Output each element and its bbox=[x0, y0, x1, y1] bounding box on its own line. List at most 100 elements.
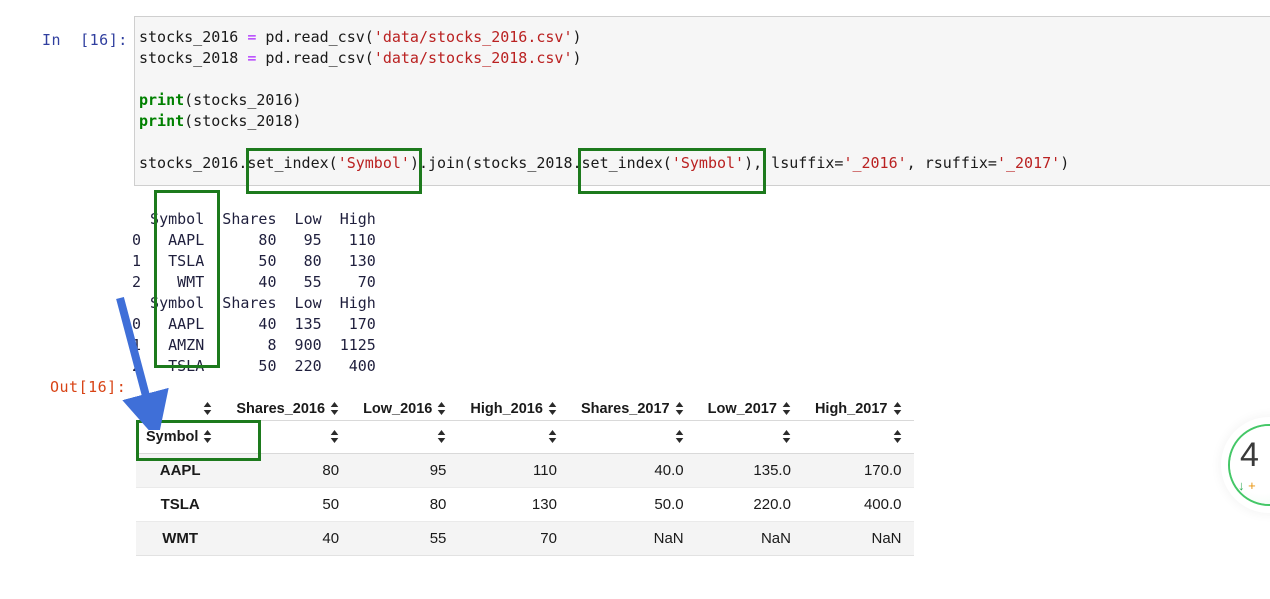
dataframe-output: Shares_2016 Low_2016 High_2016 Shares_2017 L… bbox=[136, 392, 914, 556]
column-header[interactable]: Shares_2017 bbox=[568, 392, 696, 421]
column-subheader-sort[interactable] bbox=[351, 420, 459, 454]
sort-toggle-icon[interactable] bbox=[893, 402, 902, 416]
column-header[interactable]: Shares_2016 bbox=[224, 392, 352, 421]
sort-toggle-icon[interactable] bbox=[203, 402, 212, 416]
result-table: Shares_2016 Low_2016 High_2016 Shares_2017 L… bbox=[136, 392, 914, 556]
table-cell: 40.0 bbox=[654, 461, 684, 479]
column-subheader-sort[interactable] bbox=[695, 420, 803, 454]
table-cell: NaN bbox=[653, 529, 684, 547]
code-line: print(stocks_2016) bbox=[139, 90, 1069, 111]
table-header-row-index: Symbol bbox=[136, 420, 914, 454]
code-token: ) bbox=[572, 49, 582, 67]
row-index-cell: TSLA bbox=[160, 495, 200, 513]
code-token: 'data/stocks_2018.csv' bbox=[373, 49, 573, 67]
code-token: ), lsuffix= bbox=[744, 154, 844, 172]
table-cell: 130 bbox=[531, 495, 557, 513]
column-header-label: High_2017 bbox=[814, 400, 888, 417]
row-index-cell: WMT bbox=[162, 529, 199, 547]
code-cell[interactable]: stocks_2016 = pd.read_csv('data/stocks_2… bbox=[134, 16, 1270, 186]
table-head: Shares_2016 Low_2016 High_2016 Shares_2017 L… bbox=[136, 392, 914, 454]
table-cell: 80 bbox=[322, 461, 340, 479]
sort-toggle-icon[interactable] bbox=[782, 430, 791, 444]
code-token: stocks_2016.set_index( bbox=[139, 154, 338, 172]
table-cell: 80 bbox=[429, 495, 447, 513]
badge-down-arrow-icon: ↓ bbox=[1238, 478, 1245, 493]
column-subheader-sort[interactable] bbox=[224, 420, 352, 454]
table-cell: 50.0 bbox=[654, 495, 684, 513]
code-token: (stocks_2016) bbox=[184, 91, 302, 109]
table-cell: 50 bbox=[322, 495, 340, 513]
table-body: AAPL 80 95 110 40.0 135.0 170.0 TSLA 50 80 130 50.0… bbox=[136, 453, 914, 555]
code-line: stocks_2018 = pd.read_csv('data/stocks_2… bbox=[139, 48, 1069, 69]
column-subheader-sort[interactable] bbox=[568, 420, 696, 454]
table-cell: 70 bbox=[540, 529, 557, 547]
table-header-row-columns: Shares_2016 Low_2016 High_2016 Shares_2017 L… bbox=[136, 392, 914, 421]
column-header-label: Low_2016 bbox=[363, 400, 433, 417]
code-token: , rsuffix= bbox=[906, 154, 997, 172]
floating-counter-badge[interactable]: 4 ↓ + bbox=[1228, 424, 1270, 506]
code-token: '_2016' bbox=[843, 154, 907, 172]
column-subheader-sort[interactable] bbox=[802, 420, 914, 454]
table-cell: NaN bbox=[871, 529, 902, 547]
table-row: TSLA 50 80 130 50.0 220.0 400.0 bbox=[136, 487, 914, 521]
column-header[interactable]: Low_2016 bbox=[351, 392, 459, 421]
table-cell: 400.0 bbox=[863, 495, 902, 513]
sort-toggle-icon[interactable] bbox=[893, 430, 902, 444]
notebook-page: In [16]: stocks_2016 = pd.read_csv('data… bbox=[0, 0, 1270, 599]
column-header-label: High_2016 bbox=[470, 400, 543, 417]
code-token: 'data/stocks_2016.csv' bbox=[373, 28, 573, 46]
code-token: ).join(stocks_2018.set_index( bbox=[409, 154, 672, 172]
sort-toggle-icon[interactable] bbox=[330, 402, 339, 416]
badge-count: 4 bbox=[1240, 436, 1259, 474]
table-cell: 95 bbox=[429, 461, 447, 479]
code-line: print(stocks_2018) bbox=[139, 111, 1069, 132]
column-header-label: Shares_2016 bbox=[236, 400, 326, 417]
table-cell: 110 bbox=[533, 461, 557, 479]
code-token: (stocks_2018) bbox=[184, 112, 302, 130]
code-line: stocks_2016 = pd.read_csv('data/stocks_2… bbox=[139, 27, 1069, 48]
badge-plus-icon: + bbox=[1248, 478, 1256, 493]
sort-toggle-icon[interactable] bbox=[675, 430, 684, 444]
code-token: stocks_2016 bbox=[139, 28, 248, 46]
sort-toggle-icon[interactable] bbox=[330, 430, 339, 444]
code-token: '_2017' bbox=[996, 154, 1061, 172]
table-row: WMT 40 55 70 NaN NaN NaN bbox=[136, 521, 914, 555]
code-token: ) bbox=[1060, 154, 1070, 172]
code-token: 'Symbol' bbox=[337, 154, 410, 172]
column-subheader-sort[interactable] bbox=[458, 420, 569, 454]
column-header-label: Shares_2017 bbox=[580, 400, 670, 417]
sort-toggle-icon[interactable] bbox=[782, 402, 791, 416]
code-token: print bbox=[139, 112, 185, 130]
code-token: 'Symbol' bbox=[671, 154, 745, 172]
index-name-label: Symbol bbox=[146, 428, 199, 445]
code-token: pd.read_csv( bbox=[256, 49, 374, 67]
sort-toggle-icon[interactable] bbox=[437, 430, 446, 444]
table-cell: 220.0 bbox=[753, 495, 791, 513]
table-cell: 40 bbox=[322, 529, 340, 547]
table-cell: 55 bbox=[429, 529, 447, 547]
annotation-arrow-icon bbox=[116, 296, 169, 430]
sort-toggle-icon[interactable] bbox=[437, 402, 446, 416]
code-token: ) bbox=[572, 28, 582, 46]
column-header[interactable]: High_2017 bbox=[802, 392, 914, 421]
sort-toggle-icon[interactable] bbox=[548, 430, 557, 444]
sort-toggle-icon[interactable] bbox=[548, 402, 557, 416]
code-token: pd.read_csv( bbox=[256, 28, 374, 46]
input-prompt-label: In [16]: bbox=[42, 31, 128, 49]
column-header-label: Low_2017 bbox=[707, 400, 777, 417]
column-header[interactable]: High_2016 bbox=[458, 392, 569, 421]
sort-toggle-icon[interactable] bbox=[203, 430, 212, 444]
sort-toggle-icon[interactable] bbox=[675, 402, 684, 416]
column-header[interactable]: Low_2017 bbox=[695, 392, 803, 421]
code-line: stocks_2016.set_index('Symbol').join(sto… bbox=[139, 153, 1069, 174]
code-token: print bbox=[139, 91, 185, 109]
badge-icon-row: ↓ + bbox=[1238, 478, 1256, 493]
row-index-cell: AAPL bbox=[159, 461, 201, 479]
table-cell: 170.0 bbox=[863, 461, 902, 479]
table-cell: 135.0 bbox=[753, 461, 791, 479]
table-cell: NaN bbox=[760, 529, 791, 547]
code-editor-content[interactable]: stocks_2016 = pd.read_csv('data/stocks_2… bbox=[139, 27, 1069, 174]
table-row: AAPL 80 95 110 40.0 135.0 170.0 bbox=[136, 453, 914, 487]
